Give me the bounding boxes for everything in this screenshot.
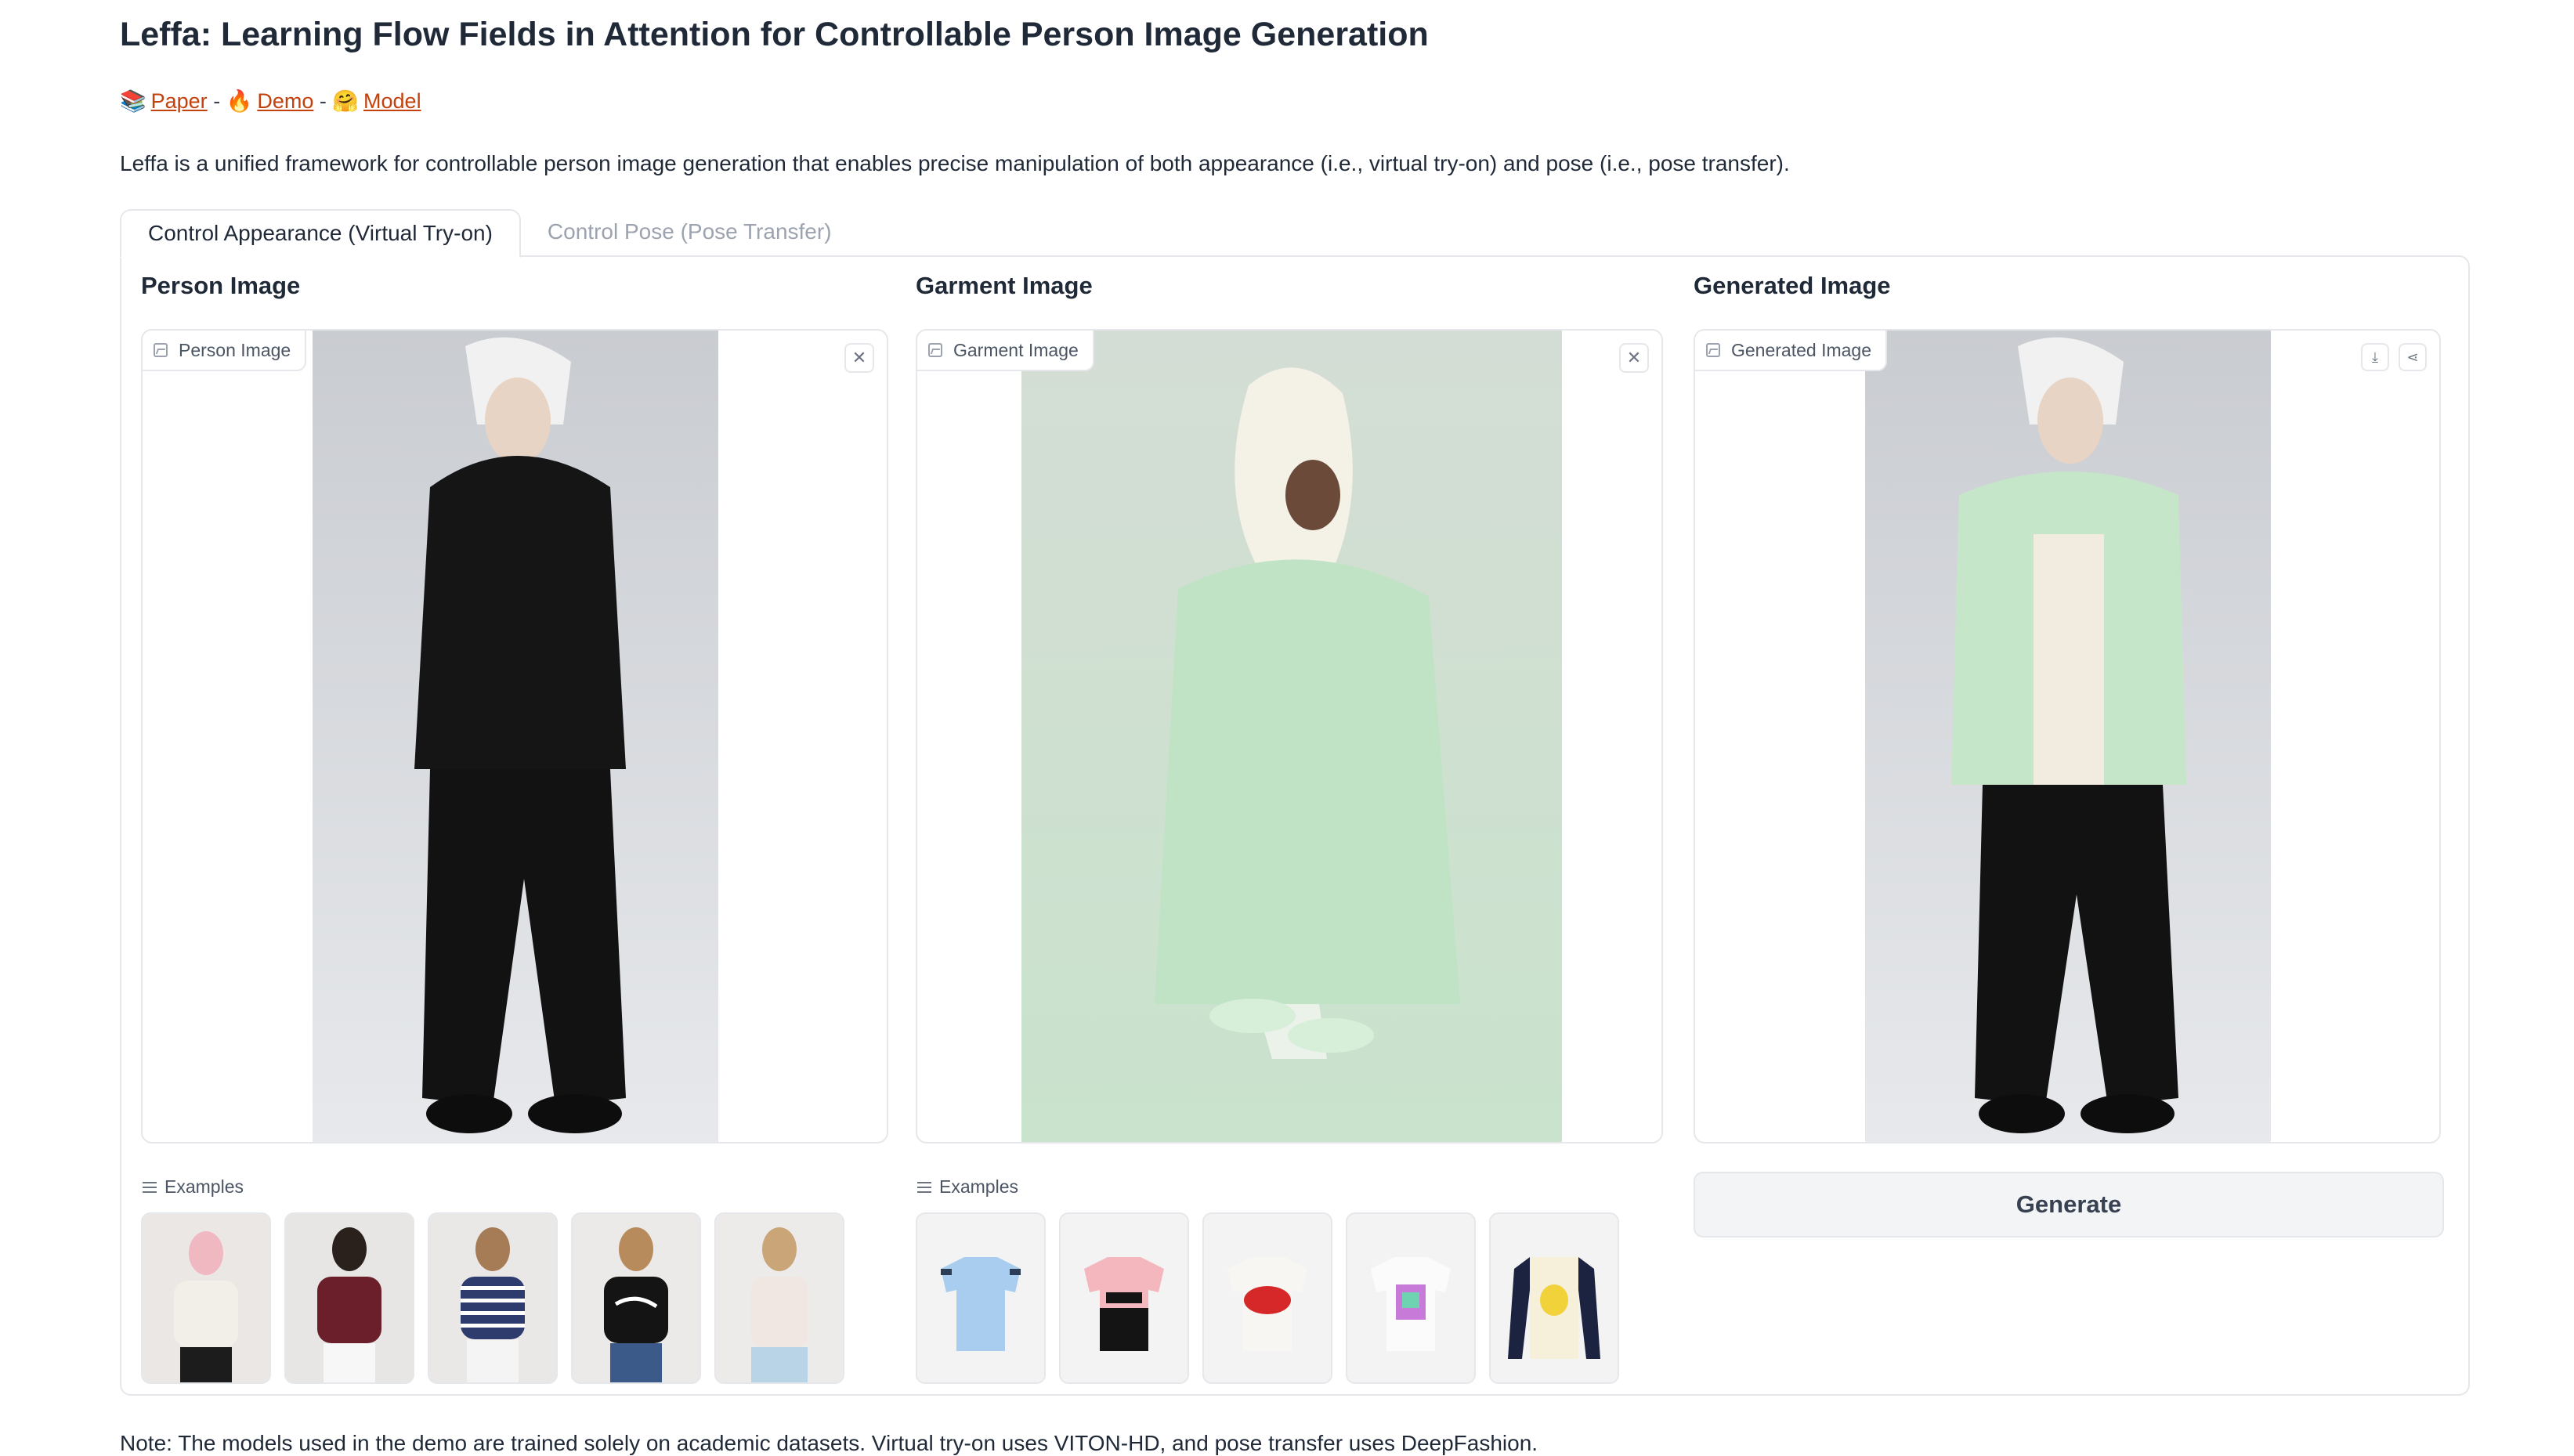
paper-link[interactable]: 📚 Paper (120, 89, 208, 113)
garment-example-thumb-image (917, 1214, 1044, 1382)
garment-example-thumb[interactable] (1059, 1212, 1189, 1384)
garment-examples-label: Examples (917, 1176, 1018, 1198)
tab-pose-transfer[interactable]: Control Pose (Pose Transfer) (521, 209, 859, 255)
image-icon (154, 343, 168, 357)
image-icon (1706, 343, 1720, 357)
garment-example-thumb-image (1204, 1214, 1331, 1382)
link-separator: - (319, 89, 327, 113)
person-example-thumb-image (716, 1214, 843, 1382)
page-title: Leffa: Learning Flow Fields in Attention… (120, 16, 1429, 53)
tab-bar: Control Appearance (Virtual Try-on) Cont… (120, 209, 859, 258)
garment-example-thumb[interactable] (1489, 1212, 1619, 1384)
person-image-heading: Person Image (141, 272, 301, 299)
list-icon (917, 1181, 931, 1194)
garment-photo (1021, 331, 1562, 1142)
close-icon[interactable]: ✕ (844, 343, 874, 373)
generated-image-heading: Generated Image (1694, 272, 1891, 299)
list-icon (143, 1181, 157, 1194)
person-example-thumb-image (143, 1214, 269, 1382)
link-separator: - (213, 89, 221, 113)
person-examples-label: Examples (143, 1176, 244, 1198)
garment-image-chip: Garment Image (917, 331, 1094, 371)
person-example-thumb[interactable] (571, 1212, 701, 1384)
model-link[interactable]: 🤗 Model (332, 89, 421, 113)
person-example-thumb-image (573, 1214, 700, 1382)
person-example-thumb[interactable] (284, 1212, 414, 1384)
garment-example-thumb-image (1061, 1214, 1188, 1382)
footer-note: Note: The models used in the demo are tr… (120, 1431, 1538, 1455)
person-example-thumb[interactable] (428, 1212, 558, 1384)
links-row: 📚 Paper - 🔥 Demo - 🤗 Model (120, 89, 421, 114)
person-example-thumb[interactable] (141, 1212, 271, 1384)
generated-image-output: Generated Image ⤓ ⋖ (1694, 329, 2441, 1143)
generate-button[interactable]: Generate (1694, 1172, 2444, 1237)
garment-example-thumb-image (1347, 1214, 1474, 1382)
person-photo (313, 331, 718, 1142)
generated-image-chip: Generated Image (1695, 331, 1888, 371)
tab-virtual-try-on[interactable]: Control Appearance (Virtual Try-on) (120, 209, 521, 258)
garment-example-thumb[interactable] (916, 1212, 1046, 1384)
person-image-upload[interactable]: Person Image ✕ (141, 329, 888, 1143)
garment-example-thumb-image (1491, 1214, 1618, 1382)
generated-photo (1865, 331, 2271, 1142)
share-icon[interactable]: ⋖ (2399, 343, 2427, 371)
download-icon[interactable]: ⤓ (2361, 343, 2389, 371)
image-icon (928, 343, 942, 357)
person-image-chip: Person Image (143, 331, 307, 371)
demo-link[interactable]: 🔥 Demo (226, 89, 314, 113)
person-example-thumb-image (429, 1214, 556, 1382)
garment-image-upload[interactable]: Garment Image ✕ (916, 329, 1663, 1143)
close-icon[interactable]: ✕ (1619, 343, 1649, 373)
person-example-thumb-image (286, 1214, 413, 1382)
garment-image-heading: Garment Image (916, 272, 1093, 299)
person-example-thumb[interactable] (714, 1212, 844, 1384)
garment-example-thumb[interactable] (1346, 1212, 1476, 1384)
garment-example-thumb[interactable] (1202, 1212, 1332, 1384)
description: Leffa is a unified framework for control… (120, 151, 1790, 175)
